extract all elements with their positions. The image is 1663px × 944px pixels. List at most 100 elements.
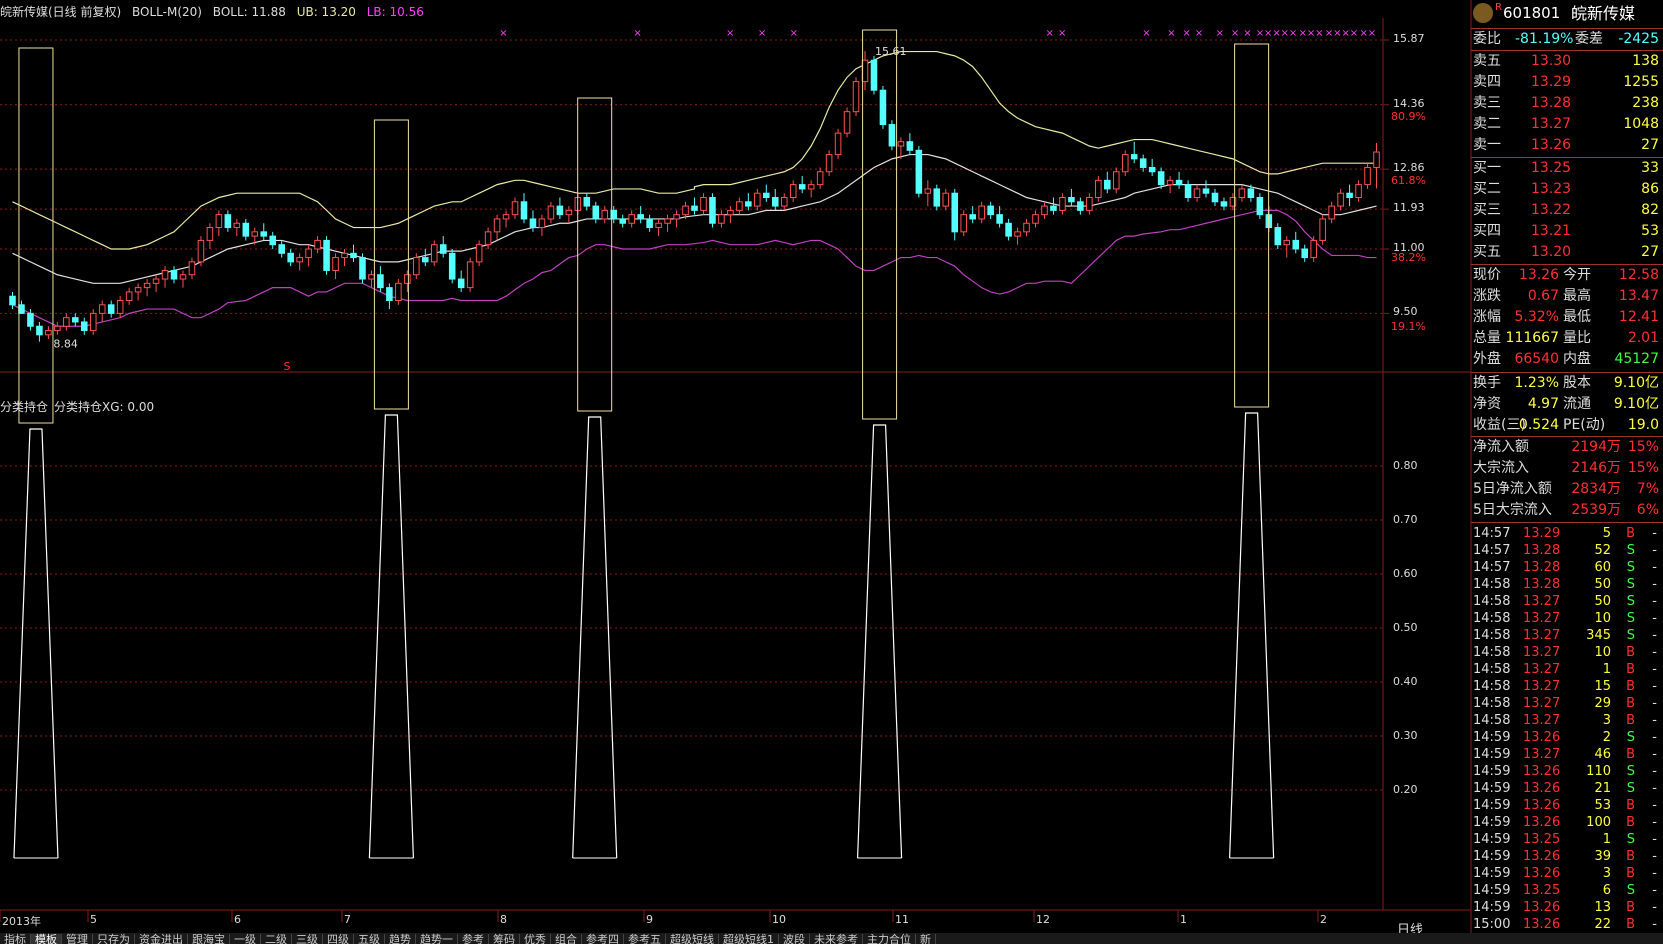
- candle-body: [843, 111, 851, 134]
- candle-body: [484, 231, 492, 246]
- indicator-tab[interactable]: 管理: [62, 934, 93, 944]
- indicator-tab[interactable]: 趋势: [385, 934, 416, 944]
- candle-body: [1292, 239, 1300, 250]
- signal-spike: [368, 414, 414, 859]
- indicator-tab[interactable]: 超级短线1: [719, 934, 779, 944]
- time-tick-label: 8: [500, 913, 507, 926]
- indicator-tab[interactable]: 跟海宝: [188, 934, 230, 944]
- indicator-tab[interactable]: 参考四: [582, 934, 624, 944]
- indicator-tab[interactable]: 未来参考: [810, 934, 863, 944]
- signal-marker: ×: [1167, 28, 1175, 39]
- buy-level-label: 买四: [1473, 223, 1501, 239]
- flow-row: 5日净流入额 2834万 7%: [1471, 479, 1663, 500]
- stat-label: 现价: [1473, 267, 1501, 283]
- indicator-tab[interactable]: 资金进出: [135, 934, 188, 944]
- indicator-tab[interactable]: 优秀: [520, 934, 551, 944]
- candle-body: [466, 261, 474, 289]
- candle-body: [1328, 205, 1335, 220]
- flow-label: 净流入额: [1473, 439, 1529, 455]
- sell-price: 13.28: [1531, 95, 1572, 111]
- candle-body: [475, 244, 483, 263]
- candle-body: [1112, 171, 1120, 190]
- sub-tick-label: 0.40: [1393, 675, 1418, 688]
- price-tick-label: 14.36: [1393, 96, 1425, 110]
- sell-row: 卖一 13.26 27: [1471, 135, 1663, 156]
- candle-body: [619, 218, 626, 224]
- indicator-tab[interactable]: 只存为: [93, 934, 135, 944]
- candle-body: [700, 197, 707, 211]
- indicator-tab[interactable]: 筹码: [489, 934, 520, 944]
- candle-body: [314, 239, 321, 250]
- indicator-tab[interactable]: 参考五: [624, 934, 666, 944]
- candle-body: [179, 274, 187, 280]
- info-row: 净资 4.97 流通 9.10亿: [1471, 394, 1663, 415]
- stat-row: 涨跌 0.67 最高 13.47: [1471, 286, 1663, 307]
- candle-body: [98, 304, 106, 314]
- chart-canvas[interactable]: 15.618.84× × × × × × × × × × × × × × × × × × × × × × × × × × × ×S: [0, 0, 1663, 944]
- candle-body: [1059, 197, 1066, 211]
- indicator-tab[interactable]: 五级: [354, 934, 385, 944]
- indicator-tab[interactable]: 四级: [323, 934, 354, 944]
- indicator-tab[interactable]: 三级: [292, 934, 323, 944]
- candle-body: [72, 317, 79, 323]
- signal-marker: ×: [758, 28, 766, 39]
- buy-price: 13.25: [1531, 160, 1572, 176]
- indicator-tab[interactable]: 组合: [551, 934, 582, 944]
- candle-body: [323, 239, 330, 271]
- signal-marker: ×: [1256, 28, 1264, 39]
- sell-volume: 1255: [1623, 74, 1659, 90]
- indicator-tab[interactable]: 一级: [230, 934, 261, 944]
- info-value: 0.524: [1518, 417, 1559, 433]
- stat-value: 13.26: [1518, 267, 1559, 283]
- candle-body: [368, 274, 375, 280]
- buy-volume: 27: [1641, 244, 1659, 260]
- sub-tick-label: 0.50: [1393, 621, 1418, 634]
- indicator-tab[interactable]: 主力合位: [863, 934, 916, 944]
- indicator-tab[interactable]: 新: [916, 934, 936, 944]
- sell-price: 13.27: [1531, 116, 1572, 132]
- indicator-tab[interactable]: 波段: [779, 934, 810, 944]
- sub-tick-label: 0.30: [1393, 729, 1418, 742]
- indicator-tab[interactable]: 模板: [31, 934, 62, 944]
- candle-body: [1238, 188, 1246, 199]
- buy-level-label: 买三: [1473, 202, 1501, 218]
- sub-indicator-name: 分类持仓: [0, 400, 49, 414]
- indicator-tab[interactable]: 趋势一: [416, 934, 458, 944]
- info-label: 流通: [1563, 396, 1591, 412]
- lb-value: LB: 10.56: [366, 5, 424, 19]
- stat-value: 12.41: [1618, 309, 1659, 325]
- candle-body: [152, 278, 160, 284]
- indicator-tab[interactable]: 超级短线: [666, 934, 719, 944]
- candle-body: [1184, 184, 1192, 199]
- candle-body: [1211, 192, 1219, 203]
- candle-body: [1256, 197, 1264, 216]
- candle-body: [646, 218, 653, 229]
- sell-volume: 138: [1632, 53, 1659, 69]
- candle-body: [1346, 192, 1353, 199]
- sell-row: 卖二 13.27 1048: [1471, 114, 1663, 135]
- indicator-name: BOLL-M(20): [132, 5, 202, 19]
- candle-body: [1104, 179, 1111, 190]
- signal-spike: [856, 424, 903, 859]
- candle-body: [870, 59, 878, 91]
- buy-price: 13.20: [1531, 244, 1572, 260]
- right-panel: R 601801 皖新传媒 委比 -81.19% 委差 -2425 卖五 13.3…: [1471, 0, 1663, 944]
- candle-body: [287, 252, 294, 263]
- indicator-tab[interactable]: 指标: [0, 934, 31, 944]
- flow-row: 5日大宗流入 2539万 6%: [1471, 500, 1663, 521]
- indicator-tab[interactable]: 二级: [261, 934, 292, 944]
- candle-body: [807, 184, 815, 190]
- candle-body: [1193, 188, 1201, 199]
- signal-box: [373, 119, 409, 410]
- signal-spike: [572, 416, 618, 859]
- candle-body: [780, 197, 788, 207]
- candle-body: [1337, 192, 1344, 207]
- indicator-tab[interactable]: 参考: [458, 934, 489, 944]
- candle-body: [601, 209, 609, 220]
- stat-value: 13.47: [1618, 288, 1659, 304]
- flow-label: 5日净流入额: [1473, 481, 1552, 497]
- time-tick-label: 5: [90, 913, 97, 926]
- candle-body: [502, 214, 510, 220]
- signal-box: [862, 29, 898, 420]
- signal-marker: ×: [1195, 28, 1203, 39]
